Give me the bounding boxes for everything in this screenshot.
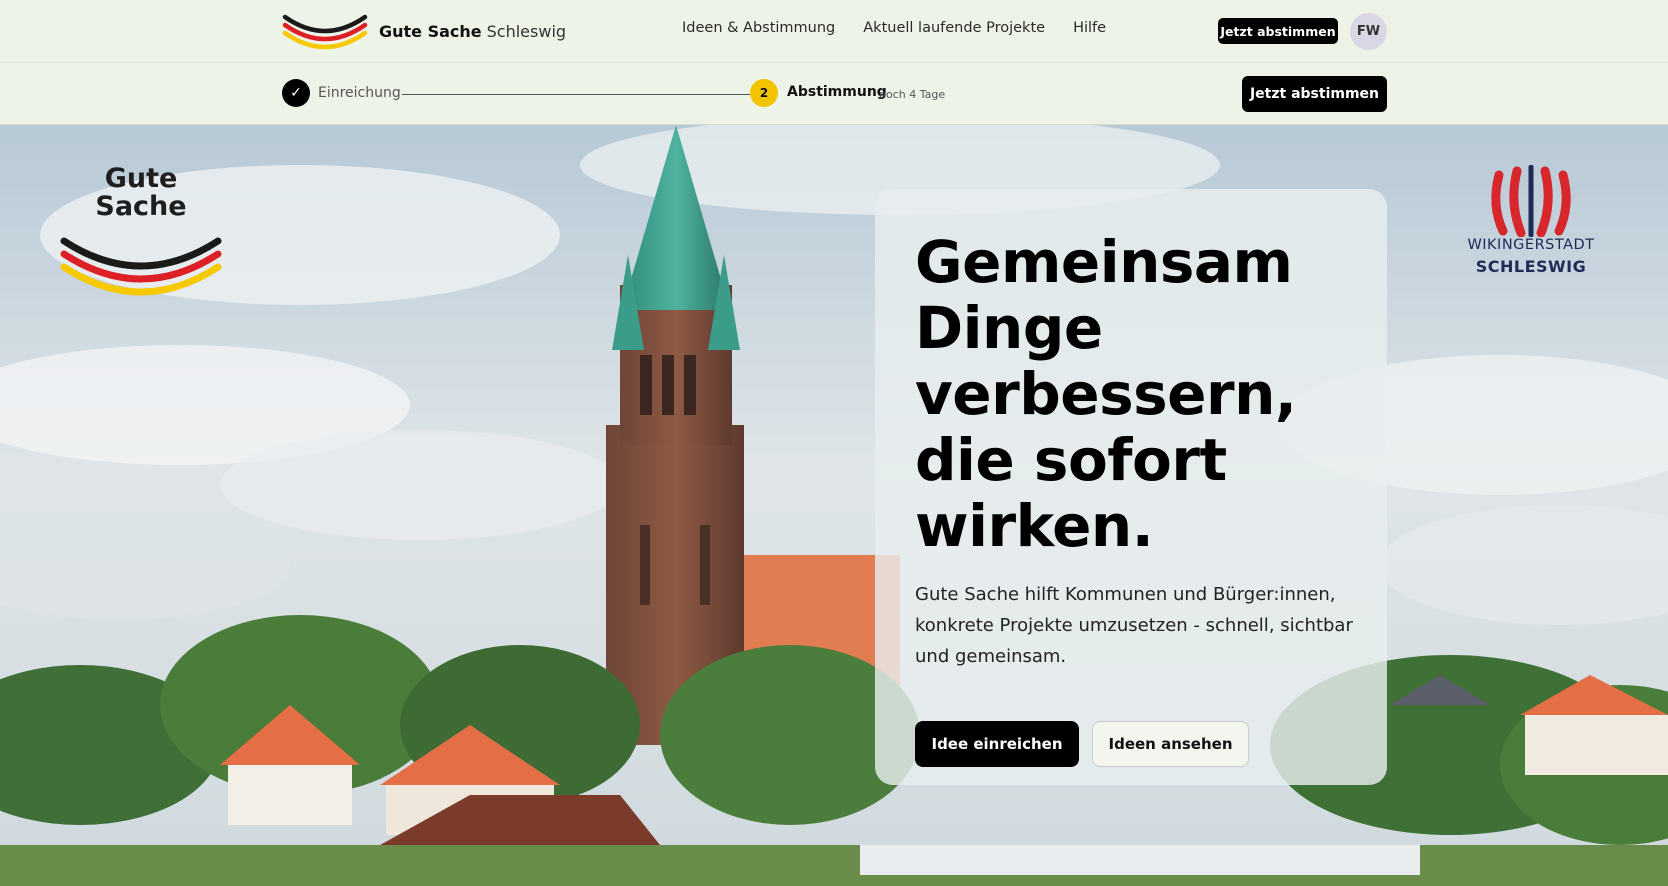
hero-card: Gemeinsam Dinge verbessern, die sofort w… [875,189,1387,785]
nav-hilfe[interactable]: Hilfe [1073,20,1106,36]
headline-line: die sofort [915,426,1227,494]
hero-headline: Gemeinsam Dinge verbessern, die sofort w… [915,229,1355,559]
user-avatar[interactable]: FW [1350,13,1387,50]
gute-sache-logo: Gute Sache [58,165,224,315]
viking-shield-icon [1491,165,1571,237]
flag-arcs-icon [60,237,222,296]
brand-name-bold: Gute Sache [379,21,482,41]
stepper-vote-button[interactable]: Jetzt abstimmen [1242,76,1387,112]
schleswig-cathedral-photo [0,125,1668,886]
header-vote-button[interactable]: Jetzt abstimmen [1218,18,1338,44]
logo-wikingerstadt-text: WIKINGERSTADT [1467,237,1595,253]
stepper-connector [402,94,750,95]
step-abstimmung-label: Abstimmung [787,84,887,100]
headline-line: Gemeinsam [915,228,1293,296]
brand-name: Gute Sache Schleswig [379,22,566,41]
headline-line: wirken. [915,492,1154,560]
headline-line: verbessern, [915,360,1297,428]
main-nav: Ideen & Abstimmung Aktuell laufende Proj… [682,20,1106,36]
check-icon: ✓ [282,79,310,107]
logo-sache-text: Sache [95,191,187,222]
step-einreichung-label: Einreichung [318,85,401,101]
hero-section: Gute Sache WIKINGERSTADT SCHLESWIG Gemei… [0,125,1668,886]
brand-link[interactable]: Gute Sache Schleswig [282,11,566,51]
flag-arcs-logo-icon [282,14,368,50]
logo-schleswig-text: SCHLESWIG [1475,257,1587,276]
submit-idea-button[interactable]: Idee einreichen [915,721,1079,767]
view-ideas-button[interactable]: Ideen ansehen [1092,721,1249,767]
hero-subtext: Gute Sache hilft Kommunen und Bürger:inn… [915,584,1353,667]
headline-line: Dinge [915,294,1103,362]
remaining-days: noch 4 Tage [879,88,946,101]
process-stepper: ✓ Einreichung 2 Abstimmung noch 4 Tage J… [0,63,1668,125]
logo-gute-text: Gute [104,163,178,194]
step-abstimmung-number: 2 [750,79,778,107]
top-navigation: Gute Sache Schleswig Ideen & Abstimmung A… [0,0,1668,63]
nav-laufende-projekte[interactable]: Aktuell laufende Projekte [863,20,1045,36]
brand-name-city: Schleswig [486,21,567,41]
wikingerstadt-schleswig-logo: WIKINGERSTADT SCHLESWIG [1448,165,1614,285]
nav-ideen-abstimmung[interactable]: Ideen & Abstimmung [682,20,835,36]
